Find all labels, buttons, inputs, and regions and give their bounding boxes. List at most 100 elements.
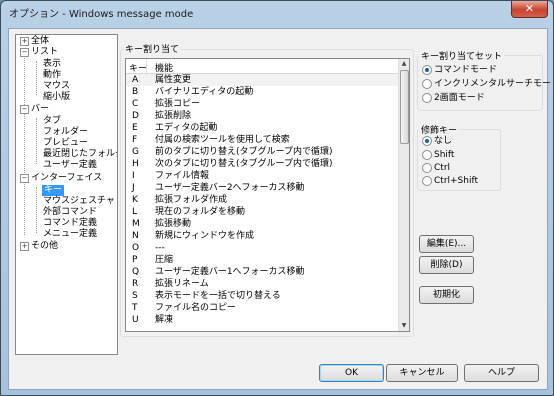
tree-item-command-definition[interactable]: コマンド定義 (43, 218, 97, 229)
list-row[interactable]: I ファイル情報 (126, 170, 399, 182)
close-icon: ✕ (524, 2, 535, 15)
list-row[interactable]: T ファイル名のコピー (126, 302, 399, 314)
row-key: B (132, 87, 139, 97)
row-function: 付属の検索ツールを使用して検索 (155, 135, 290, 145)
tree-item-mouse-gesture[interactable]: マウスジェスチャ (43, 196, 115, 207)
list-row[interactable]: R 拡張リネーム (126, 278, 399, 290)
row-function: 拡張フォルダ作成 (155, 195, 228, 205)
collapse-icon[interactable]: − (20, 48, 29, 57)
row-function: ユーザー定義バー2へフォーカス移動 (155, 183, 305, 193)
expand-icon[interactable]: + (20, 242, 29, 251)
row-key: L (132, 207, 138, 217)
list-row[interactable]: G 前のタブに切り替え(タブグループ内で循環) (126, 146, 399, 158)
list-row[interactable]: H 次のタブに切り替え(タブグループ内で循環) (126, 158, 399, 170)
scroll-down-icon[interactable]: ▼ (400, 321, 408, 331)
radio-off-icon (422, 79, 432, 89)
title-bar[interactable]: オプション - Windows message mode ✕ (1, 1, 553, 23)
radio-on-icon (422, 65, 432, 75)
row-function: --- (155, 243, 165, 253)
tree-item-folder[interactable]: フォルダー (43, 127, 88, 138)
row-function: バイナリエディタの起動 (155, 87, 254, 97)
list-row[interactable]: J ユーザー定義バー2へフォーカス移動 (126, 182, 399, 194)
list-row[interactable]: E エディタの起動 (126, 122, 399, 134)
tree-item-thumbnail[interactable]: 縮小版 (43, 92, 70, 103)
key-assign-group-label: キー割り当て (123, 42, 182, 55)
row-function: 新規にウィンドウを作成 (155, 231, 255, 241)
collapse-icon[interactable]: − (20, 105, 29, 114)
tree-item-bar[interactable]: バー (31, 104, 49, 115)
list-row[interactable]: L 現在のフォルダを移動 (126, 206, 399, 218)
tree-item-key[interactable]: キー (42, 185, 65, 196)
row-key: P (132, 255, 138, 265)
scroll-up-icon[interactable]: ▲ (400, 59, 408, 69)
row-function: 拡張リネーム (155, 279, 209, 289)
row-key: O (132, 243, 140, 253)
list-row[interactable]: M 拡張移動 (126, 218, 399, 230)
list-row[interactable]: A 属性変更 (126, 74, 399, 86)
list-row[interactable]: Q ユーザー定義バー1へフォーカス移動 (126, 266, 399, 278)
list-row[interactable]: N 新規にウィンドウを作成 (126, 230, 399, 242)
ok-button[interactable]: OK (319, 364, 384, 382)
tree-line (36, 187, 37, 233)
list-row[interactable]: F 付属の検索ツールを使用して検索 (126, 134, 399, 146)
row-key: N (132, 231, 139, 241)
list-row[interactable]: U 解凍 (126, 314, 399, 326)
row-key: G (132, 147, 139, 157)
row-key: K (132, 195, 138, 205)
key-assign-list[interactable]: キー 機能 A 属性変更 B バイナリエディタの起動 C 拡張コピー D 拡張削除 E エ… (125, 58, 410, 332)
row-key: Q (132, 267, 140, 277)
radio-label: 2画面モード (434, 93, 485, 103)
collapse-icon[interactable]: − (20, 174, 29, 183)
list-row[interactable]: S 表示モードを一括で切り替える (126, 290, 399, 302)
tree-item-menu-definition[interactable]: メニュー定義 (43, 229, 97, 240)
tree-item-mouse[interactable]: マウス (43, 81, 70, 92)
tree-item-all[interactable]: 全体 (31, 36, 49, 47)
radio-off-icon (422, 93, 432, 103)
row-key: M (132, 219, 140, 229)
settings-tree[interactable]: + 全体 − リスト 表示 動作 マウス 縮小版 − バー タブ フォルダー プ… (15, 34, 118, 355)
row-key: T (132, 303, 138, 313)
tree-item-external-command[interactable]: 外部コマンド (43, 207, 97, 218)
list-row[interactable]: P 圧縮 (126, 254, 399, 266)
tree-item-behavior[interactable]: 動作 (43, 70, 61, 81)
tree-item-list[interactable]: リスト (31, 47, 58, 58)
list-row[interactable]: C 拡張コピー (126, 98, 399, 110)
list-scrollbar[interactable]: ▲ ▼ (398, 59, 409, 331)
row-function: ファイル情報 (155, 171, 210, 181)
scrollbar-thumb[interactable] (400, 70, 409, 144)
list-row[interactable]: D 拡張削除 (126, 110, 399, 122)
row-key: J (132, 183, 135, 193)
list-row[interactable]: B バイナリエディタの起動 (126, 86, 399, 98)
row-function: 現在のフォルダを移動 (155, 207, 246, 217)
tree-item-interface[interactable]: インターフェイス (31, 173, 102, 184)
delete-button[interactable]: 削除(D) (419, 256, 474, 274)
tree-item-recent-folders[interactable]: 最近閉じたフォルダ (43, 149, 117, 160)
tree-item-tab[interactable]: タブ (43, 116, 61, 127)
reset-button[interactable]: 初期化 (419, 286, 474, 304)
expand-icon[interactable]: + (20, 37, 29, 46)
help-button[interactable]: ヘルプ (464, 364, 539, 382)
list-row[interactable]: K 拡張フォルダ作成 (126, 194, 399, 206)
column-header-key[interactable]: キー (129, 61, 147, 74)
radio-off-icon (422, 150, 432, 160)
column-header-function[interactable]: 機能 (155, 61, 173, 74)
row-key: F (132, 135, 138, 145)
tree-item-preview[interactable]: プレビュー (43, 138, 88, 149)
close-button[interactable]: ✕ (511, 1, 548, 18)
row-function: 次のタブに切り替え(タブグループ内で循環) (155, 159, 333, 169)
row-key: D (132, 111, 139, 121)
cancel-button[interactable]: キャンセル (386, 364, 458, 382)
radio-label: Shift (434, 150, 455, 160)
row-function: ファイル名のコピー (155, 303, 237, 313)
row-key: I (132, 171, 135, 181)
radio-on-icon (422, 136, 432, 146)
tree-item-other[interactable]: その他 (31, 241, 58, 252)
tree-item-user-defined[interactable]: ユーザー定義 (43, 160, 97, 171)
edit-button[interactable]: 編集(E)... (419, 235, 474, 253)
row-function: 拡張削除 (155, 111, 192, 121)
radio-label: インクリメンタルサーチモード (434, 79, 554, 89)
list-row[interactable]: O --- (126, 242, 399, 254)
radio-label: Ctrl+Shift (434, 176, 479, 186)
tree-item-display[interactable]: 表示 (43, 59, 61, 70)
row-key: H (132, 159, 139, 169)
